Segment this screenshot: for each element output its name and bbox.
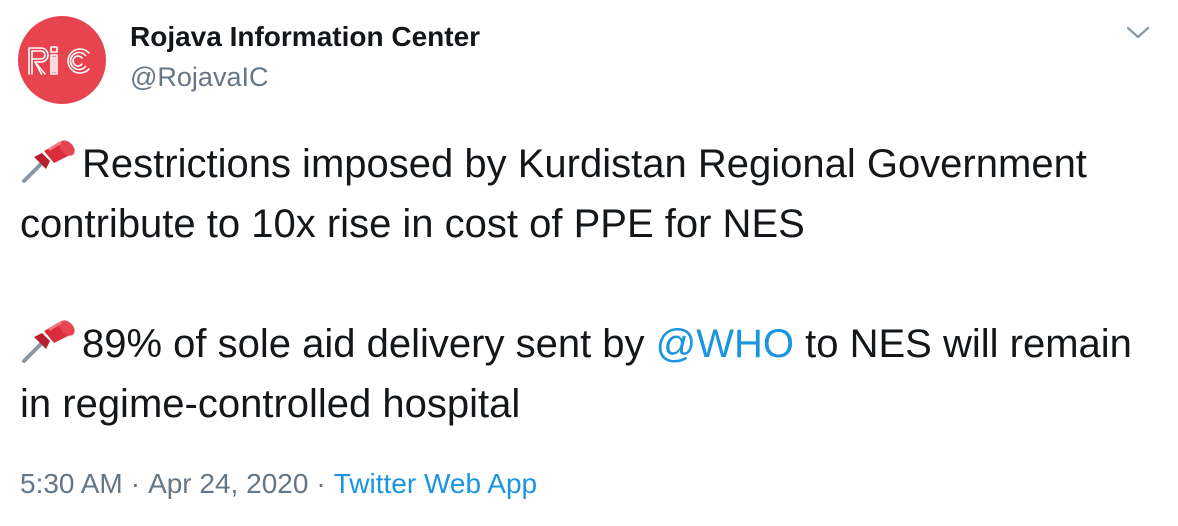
ric-logo: [28, 46, 90, 75]
tweet-paragraph: 89% of sole aid delivery sent by @WHO to…: [20, 314, 1160, 434]
tweet-meta: 5:30 AM · Apr 24, 2020 · Twitter Web App: [20, 464, 537, 504]
tweet-text: Restrictions imposed by Kurdistan Region…: [20, 134, 1160, 434]
avatar[interactable]: [18, 16, 106, 104]
author-display-name[interactable]: Rojava Information Center: [130, 18, 480, 56]
author-handle[interactable]: @RojavaIC: [130, 59, 480, 95]
pushpin-icon: [22, 140, 75, 183]
tweet-time[interactable]: 5:30 AM: [20, 468, 123, 499]
tweet-source-link[interactable]: Twitter Web App: [334, 468, 537, 499]
tweet-text-before-mention: 89% of sole aid delivery sent by: [82, 322, 656, 366]
chevron-down-icon[interactable]: [1124, 22, 1152, 44]
tweet-paragraph: Restrictions imposed by Kurdistan Region…: [20, 134, 1160, 254]
tweet-paragraph-text: Restrictions imposed by Kurdistan Region…: [20, 142, 1087, 246]
tweet-card: Rojava Information Center @RojavaIC Rest…: [0, 0, 1178, 526]
author-info: Rojava Information Center @RojavaIC: [130, 18, 480, 95]
meta-separator: ·: [130, 468, 141, 499]
meta-separator: ·: [316, 468, 326, 499]
pushpin-icon: [22, 320, 75, 363]
mention-link[interactable]: @WHO: [656, 322, 794, 366]
tweet-date[interactable]: Apr 24, 2020: [148, 468, 308, 499]
